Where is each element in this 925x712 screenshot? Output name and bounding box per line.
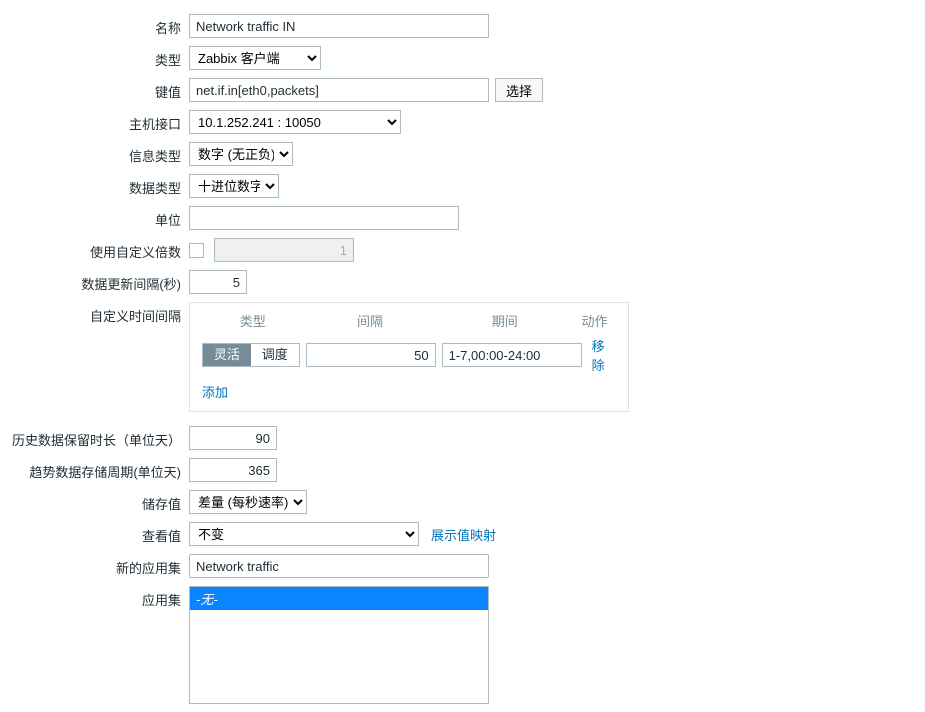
intervals-header-period: 期间 (436, 311, 573, 330)
update-interval-input[interactable] (189, 270, 247, 294)
host-interface-select[interactable]: 10.1.252.241 : 10050 (189, 110, 401, 134)
interval-type-segment: 灵活 调度 (202, 343, 300, 367)
name-input[interactable] (189, 14, 489, 38)
info-type-select[interactable]: 数字 (无正负) (189, 142, 293, 166)
select-button[interactable]: 选择 (495, 78, 543, 102)
segment-scheduling[interactable]: 调度 (251, 344, 299, 366)
label-store-value: 储存值 (0, 490, 189, 513)
store-value-select[interactable]: 差量 (每秒速率) (189, 490, 307, 514)
data-type-select[interactable]: 十进位数字 (189, 174, 279, 198)
label-applications: 应用集 (0, 586, 189, 609)
interval-remove-link[interactable]: 移除 (592, 336, 616, 374)
key-input[interactable] (189, 78, 489, 102)
label-host-if: 主机接口 (0, 110, 189, 133)
history-input[interactable] (189, 426, 277, 450)
label-type: 类型 (0, 46, 189, 69)
label-key: 键值 (0, 78, 189, 101)
interval-add-link[interactable]: 添加 (202, 385, 228, 400)
label-update-interval: 数据更新间隔(秒) (0, 270, 189, 293)
label-custom-intervals: 自定义时间间隔 (0, 302, 189, 325)
label-multiplier: 使用自定义倍数 (0, 238, 189, 261)
label-name: 名称 (0, 14, 189, 37)
intervals-header: 类型 间隔 期间 动作 (202, 309, 616, 336)
trends-input[interactable] (189, 458, 277, 482)
applications-option-none[interactable]: -无- (190, 587, 488, 610)
intervals-header-type: 类型 (202, 311, 304, 330)
label-data-type: 数据类型 (0, 174, 189, 197)
multiplier-checkbox[interactable] (189, 243, 204, 258)
label-new-app: 新的应用集 (0, 554, 189, 577)
applications-listbox[interactable]: -无- (189, 586, 489, 704)
units-input[interactable] (189, 206, 459, 230)
custom-intervals-box: 类型 间隔 期间 动作 灵活 调度 移除 添加 (189, 302, 629, 412)
type-select[interactable]: Zabbix 客户端 (189, 46, 321, 70)
show-value-map-link[interactable]: 展示值映射 (431, 525, 496, 544)
label-units: 单位 (0, 206, 189, 229)
label-trends: 趋势数据存储周期(单位天) (0, 458, 189, 481)
item-form: 名称 类型 Zabbix 客户端 键值 选择 主机接口 10.1.252.241… (0, 14, 925, 704)
intervals-header-action: 动作 (573, 311, 616, 330)
interval-value-input[interactable] (306, 343, 436, 367)
new-application-input[interactable] (189, 554, 489, 578)
intervals-header-interval: 间隔 (304, 311, 437, 330)
interval-row: 灵活 调度 移除 (202, 336, 616, 374)
label-history: 历史数据保留时长（单位天） (0, 426, 189, 449)
interval-period-input[interactable] (442, 343, 582, 367)
label-show-value: 查看值 (0, 522, 189, 545)
show-value-select[interactable]: 不变 (189, 522, 419, 546)
segment-flexible[interactable]: 灵活 (203, 344, 251, 366)
multiplier-input (214, 238, 354, 262)
label-info-type: 信息类型 (0, 142, 189, 165)
